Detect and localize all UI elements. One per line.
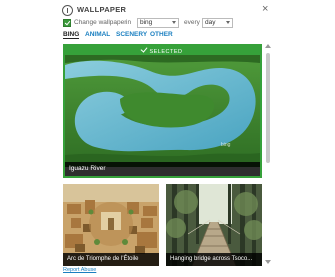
report-abuse-link[interactable]: Report Abuse	[63, 267, 96, 273]
change-wallpaper-label: Change wallpaper	[74, 19, 127, 26]
bing-watermark: bing	[221, 142, 231, 148]
interval-select[interactable]: day	[202, 18, 233, 28]
tab-scenery[interactable]: SCENERY	[116, 31, 147, 38]
info-circle-icon	[62, 5, 73, 16]
scrollbar[interactable]	[265, 44, 271, 266]
chevron-down-icon	[172, 21, 176, 24]
thumbnail-caption: Arc de Triomphe de l'Étoile	[63, 253, 159, 266]
scroll-up-icon[interactable]	[265, 44, 271, 48]
panel-title: WALLPAPER	[77, 5, 127, 14]
tab-animal[interactable]: ANIMAL	[85, 31, 110, 38]
wallpaper-thumbnail[interactable]: Arc de Triomphe de l'Étoile	[63, 184, 159, 266]
wallpaper-options: Change wallpaper in bing every day	[63, 18, 273, 30]
interval-select-value: day	[205, 19, 216, 26]
featured-wallpaper[interactable]: SELECTED bing Iguazu River	[63, 44, 262, 178]
selected-banner: SELECTED	[65, 46, 260, 55]
wallpaper-thumbnail[interactable]: Hanging bridge across Tsoco...	[166, 184, 262, 266]
scroll-down-icon[interactable]	[265, 260, 271, 264]
source-select-value: bing	[140, 19, 153, 26]
every-label: every	[184, 19, 200, 26]
in-label: in	[126, 19, 132, 26]
thumbnail-caption: Hanging bridge across Tsoco...	[166, 253, 262, 266]
tab-other[interactable]: OTHER	[150, 31, 173, 38]
chevron-down-icon	[226, 21, 230, 24]
tab-bing[interactable]: BING	[63, 31, 80, 39]
scrollbar-thumb[interactable]	[266, 53, 270, 163]
change-wallpaper-checkbox[interactable]	[63, 19, 71, 27]
check-icon	[141, 46, 148, 53]
featured-caption: Iguazu River	[65, 162, 260, 176]
source-select[interactable]: bing	[137, 18, 179, 28]
close-icon[interactable]: ×	[262, 2, 268, 16]
iguazu-river-image	[65, 55, 260, 167]
